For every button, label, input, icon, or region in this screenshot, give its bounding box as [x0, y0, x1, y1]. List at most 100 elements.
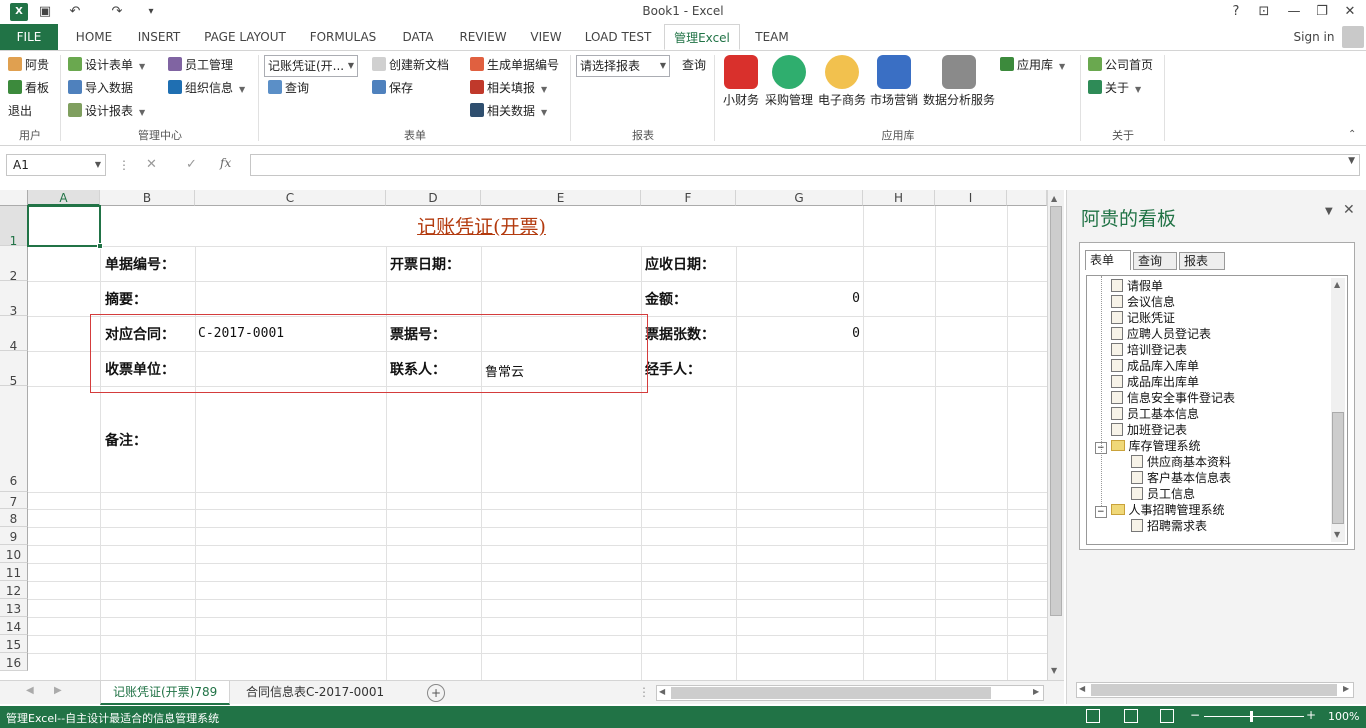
- zoom-thumb[interactable]: [1250, 711, 1253, 722]
- minimize-button[interactable]: —: [1280, 2, 1308, 22]
- company-home-button[interactable]: 公司首页: [1088, 55, 1153, 75]
- row-header[interactable]: 11: [0, 563, 28, 581]
- scroll-down-icon[interactable]: ▼: [1051, 666, 1057, 675]
- tab-manage-excel[interactable]: 管理Excel: [664, 24, 740, 50]
- tree-item[interactable]: 请假单: [1111, 278, 1163, 294]
- form-tree[interactable]: 请假单 会议信息 记账凭证 应聘人员登记表 培训登记表 成品库入库单 成品库出库…: [1086, 275, 1348, 545]
- pane-h-scrollbar[interactable]: ◀ ▶: [1076, 682, 1354, 698]
- ribbon-display-button[interactable]: ⊡: [1250, 2, 1278, 22]
- h-scroll-thumb[interactable]: [671, 687, 991, 699]
- app-marketing-button[interactable]: 市场营销: [868, 55, 920, 108]
- tree-item[interactable]: 应聘人员登记表: [1111, 326, 1211, 342]
- horizontal-scrollbar[interactable]: ◀ ▶: [656, 685, 1044, 701]
- page-break-view-icon[interactable]: [1160, 709, 1174, 723]
- column-header[interactable]: E: [481, 190, 641, 206]
- row-header[interactable]: 15: [0, 635, 28, 653]
- row-header[interactable]: 7: [0, 492, 28, 509]
- tab-home[interactable]: HOME: [68, 24, 120, 50]
- zoom-slider[interactable]: [1204, 716, 1304, 717]
- tab-load-test[interactable]: LOAD TEST: [580, 24, 656, 50]
- column-header[interactable]: H: [863, 190, 935, 206]
- collapse-icon[interactable]: −: [1095, 506, 1107, 518]
- tree-scroll-thumb[interactable]: [1332, 412, 1344, 524]
- tree-item[interactable]: 会议信息: [1111, 294, 1175, 310]
- splitter-icon[interactable]: ⋮: [638, 685, 650, 699]
- form-query-button[interactable]: 查询: [268, 78, 309, 98]
- tab-team[interactable]: TEAM: [750, 24, 794, 50]
- report-query-button[interactable]: 查询: [682, 55, 706, 75]
- import-data-button[interactable]: 导入数据: [68, 78, 133, 98]
- row-header[interactable]: 3: [0, 281, 28, 318]
- row-header[interactable]: 2: [0, 246, 28, 283]
- tree-item[interactable]: 客户基本信息表: [1131, 470, 1231, 486]
- name-box[interactable]: A1 ▼: [6, 154, 106, 176]
- tree-scroll-up-icon[interactable]: ▲: [1334, 280, 1340, 289]
- gen-no-button[interactable]: 生成单据编号: [470, 55, 559, 75]
- scroll-left-icon[interactable]: ◀: [659, 687, 665, 696]
- sheet-tab-active[interactable]: 记账凭证(开票)789: [100, 681, 231, 705]
- pane-scroll-right-icon[interactable]: ▶: [1343, 684, 1349, 693]
- sign-in-link[interactable]: Sign in: [1290, 24, 1338, 50]
- tree-item[interactable]: 供应商基本资料: [1131, 454, 1231, 470]
- scroll-thumb[interactable]: [1050, 206, 1062, 616]
- row-header[interactable]: 8: [0, 509, 28, 527]
- add-sheet-button[interactable]: +: [427, 684, 445, 702]
- tab-page-layout[interactable]: PAGE LAYOUT: [198, 24, 292, 50]
- insert-function-icon[interactable]: fx: [220, 156, 231, 170]
- tab-insert[interactable]: INSERT: [132, 24, 186, 50]
- row-header[interactable]: 9: [0, 527, 28, 545]
- tree-item[interactable]: 招聘需求表: [1131, 518, 1207, 534]
- tree-item[interactable]: 信息安全事件登记表: [1111, 390, 1235, 406]
- active-cell[interactable]: [27, 205, 101, 247]
- vertical-scrollbar[interactable]: ▲ ▼: [1047, 190, 1064, 680]
- zoom-out-icon[interactable]: −: [1190, 708, 1200, 722]
- scroll-up-icon[interactable]: ▲: [1051, 194, 1057, 203]
- app-ecommerce-button[interactable]: 电子商务: [816, 55, 868, 108]
- row-header[interactable]: 4: [0, 316, 28, 353]
- normal-view-icon[interactable]: [1086, 709, 1100, 723]
- app-finance-button[interactable]: 小财务: [720, 55, 762, 108]
- row-header[interactable]: 12: [0, 581, 28, 599]
- scroll-right-icon[interactable]: ▶: [1033, 687, 1039, 696]
- row-header[interactable]: 5: [0, 351, 28, 388]
- tree-scroll-down-icon[interactable]: ▼: [1334, 530, 1340, 539]
- next-sheet-icon[interactable]: ▶: [54, 685, 62, 696]
- app-purchase-button[interactable]: 采购管理: [762, 55, 816, 108]
- value-amount[interactable]: 0: [736, 291, 860, 306]
- report-select[interactable]: 请选择报表 ▼: [576, 55, 670, 77]
- tree-item[interactable]: 员工基本信息: [1111, 406, 1199, 422]
- save-button[interactable]: 保存: [372, 78, 413, 98]
- select-all-corner[interactable]: [0, 190, 28, 206]
- sheet-tab[interactable]: 合同信息表C-2017-0001: [234, 681, 396, 705]
- close-button[interactable]: ✕: [1336, 2, 1364, 22]
- row-header[interactable]: 14: [0, 617, 28, 635]
- tree-scrollbar[interactable]: ▲ ▼: [1331, 278, 1345, 542]
- zoom-in-icon[interactable]: +: [1306, 708, 1316, 722]
- restore-button[interactable]: ❐: [1308, 2, 1336, 22]
- design-form-button[interactable]: 设计表单 ▼: [68, 55, 145, 75]
- column-header[interactable]: A: [28, 190, 100, 206]
- page-layout-view-icon[interactable]: [1124, 709, 1138, 723]
- pane-tab-forms[interactable]: 表单: [1085, 250, 1131, 270]
- column-header[interactable]: D: [386, 190, 481, 206]
- cancel-icon[interactable]: ✕: [146, 157, 157, 172]
- column-header[interactable]: I: [935, 190, 1007, 206]
- design-report-button[interactable]: 设计报表 ▼: [68, 101, 145, 121]
- new-doc-button[interactable]: 创建新文档: [372, 55, 449, 75]
- tree-item[interactable]: 培训登记表: [1111, 342, 1187, 358]
- zoom-level[interactable]: 100%: [1328, 710, 1359, 723]
- app-analysis-button[interactable]: 数据分析服务: [920, 55, 998, 108]
- pane-close-icon[interactable]: ✕: [1343, 202, 1355, 218]
- help-button[interactable]: ?: [1222, 2, 1250, 22]
- formula-input[interactable]: ▼: [250, 154, 1360, 176]
- org-info-button[interactable]: 组织信息 ▼: [168, 78, 245, 98]
- tree-item[interactable]: 加班登记表: [1111, 422, 1187, 438]
- related-data-button[interactable]: 相关数据 ▼: [470, 101, 547, 121]
- column-header[interactable]: C: [195, 190, 386, 206]
- tree-item[interactable]: 记账凭证: [1111, 310, 1175, 326]
- pane-scroll-left-icon[interactable]: ◀: [1079, 684, 1085, 693]
- column-header[interactable]: [1007, 190, 1047, 206]
- logout-button[interactable]: 退出: [8, 101, 32, 121]
- collapse-icon[interactable]: −: [1095, 442, 1107, 454]
- tab-file[interactable]: FILE: [0, 24, 58, 50]
